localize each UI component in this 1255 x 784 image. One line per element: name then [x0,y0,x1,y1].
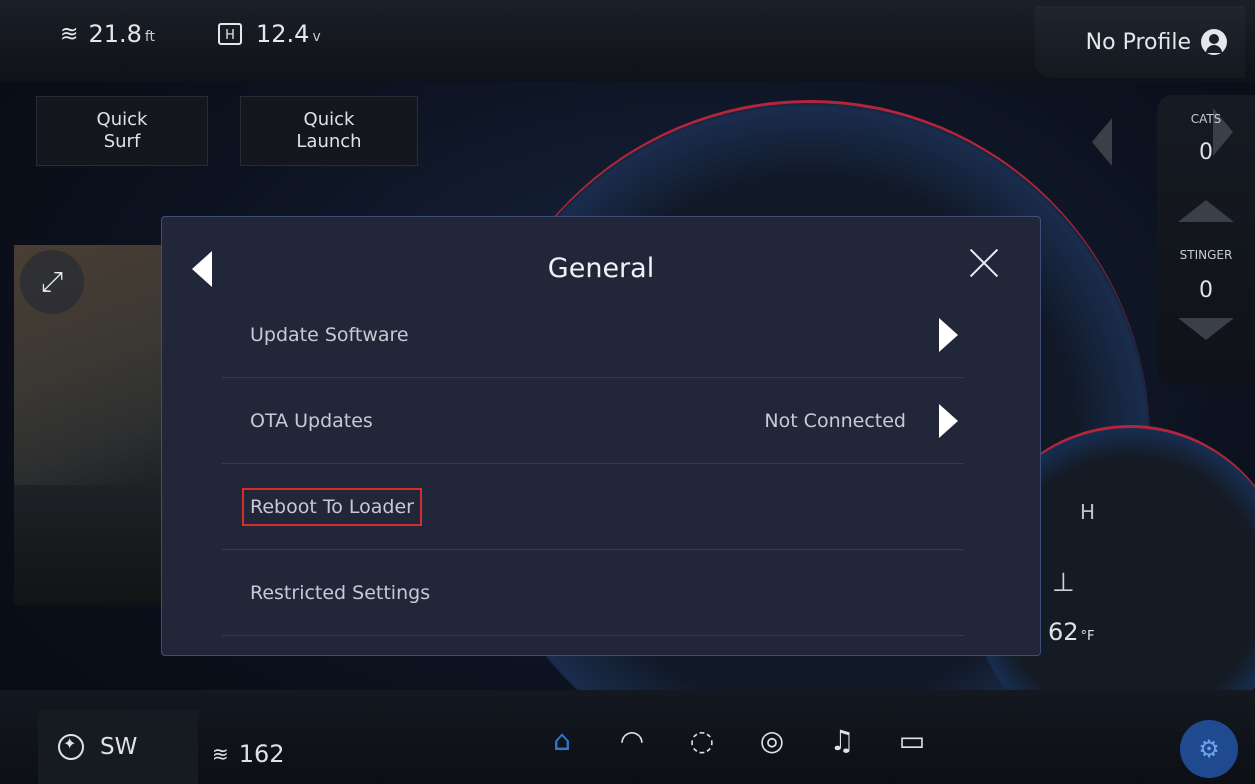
location-pin-icon[interactable]: ◎ [750,718,794,762]
compass-icon [58,734,84,760]
water-depth-icon: ≋ [60,21,79,47]
heading-readout: SW [38,710,198,784]
menu-item-reboot-to-loader[interactable]: Reboot To Loader [222,464,964,550]
cats-value: 0 [1199,140,1213,165]
music-icon[interactable]: ♫ [820,718,864,762]
depth-unit: ft [144,29,156,45]
ballast-side-panel [1157,95,1255,385]
menu-item-label: Restricted Settings [250,581,431,604]
menu-item-update-software[interactable]: Update Software [222,292,964,378]
general-settings-dialog: General Update Software OTA Updates Not … [161,216,1041,656]
chevron-right-icon[interactable] [939,403,958,438]
quick-launch-line2: Launch [296,131,362,152]
menu-item-restricted-settings[interactable]: Restricted Settings [222,550,964,636]
bottom-nav: ⌂ ◠ ◌ ◎ ♫ ▭ [540,718,934,762]
stinger-label: STINGER [1179,248,1233,262]
chevron-right-icon[interactable] [939,317,958,352]
menu-item-label[interactable]: Reboot To Loader [242,487,422,526]
gauge-high-label: H [1080,500,1096,524]
stinger-value: 0 [1199,278,1213,303]
quick-launch-button[interactable]: Quick Launch [240,96,418,166]
menu-item-ota-updates[interactable]: OTA Updates Not Connected [222,378,964,464]
battery-readout: H 12.4 v [218,20,321,48]
profile-button[interactable]: No Profile [1035,6,1245,78]
lightbulb-icon[interactable]: ◌ [680,718,724,762]
cats-label: CATS [1190,112,1222,126]
water-temperature-icon: ⊥ [1052,568,1075,598]
depth-gauge-icon: ≋ [212,742,229,766]
wave-icon[interactable]: ◠ [610,718,654,762]
water-temperature-value: 62 [1048,618,1079,646]
cats-decrease-arrow-icon[interactable] [1092,118,1112,166]
home-icon[interactable]: ⌂ [540,718,584,762]
water-depth-value: 162 [238,740,285,768]
quick-surf-line1: Quick [96,109,148,130]
dialog-title: General [547,253,655,284]
battery-unit: v [312,29,321,45]
heading-value: SW [100,734,138,760]
stinger-down-arrow-icon[interactable] [1178,318,1234,340]
quick-surf-line2: Surf [103,131,141,152]
menu-item-label: Update Software [250,323,409,346]
water-temperature-unit: °F [1080,629,1095,644]
battery-icon: H [218,23,242,45]
depth-value: 21.8 [88,20,142,48]
water-depth-readout: ≋ 162 [212,740,285,768]
dashboard-screen: ≋ 21.8 ft H 12.4 v No Profile Quick Surf… [0,0,1255,784]
expand-icon[interactable]: ⤢ [20,250,84,314]
water-temperature-readout: 62 °F [1048,618,1095,646]
menu-item-label: OTA Updates [250,409,373,432]
user-icon [1201,29,1227,55]
close-icon[interactable] [968,247,1000,279]
quick-launch-line1: Quick [303,109,355,130]
ota-status: Not Connected [764,409,906,432]
quick-surf-button[interactable]: Quick Surf [36,96,208,166]
depth-readout: ≋ 21.8 ft [60,20,155,48]
profile-label: No Profile [1085,29,1191,55]
battery-value: 12.4 [256,20,310,48]
ballast-tank-icon[interactable]: ▭ [890,718,934,762]
stinger-up-arrow-icon[interactable] [1178,200,1234,222]
settings-gear-icon[interactable]: ⚙ [1180,720,1238,778]
